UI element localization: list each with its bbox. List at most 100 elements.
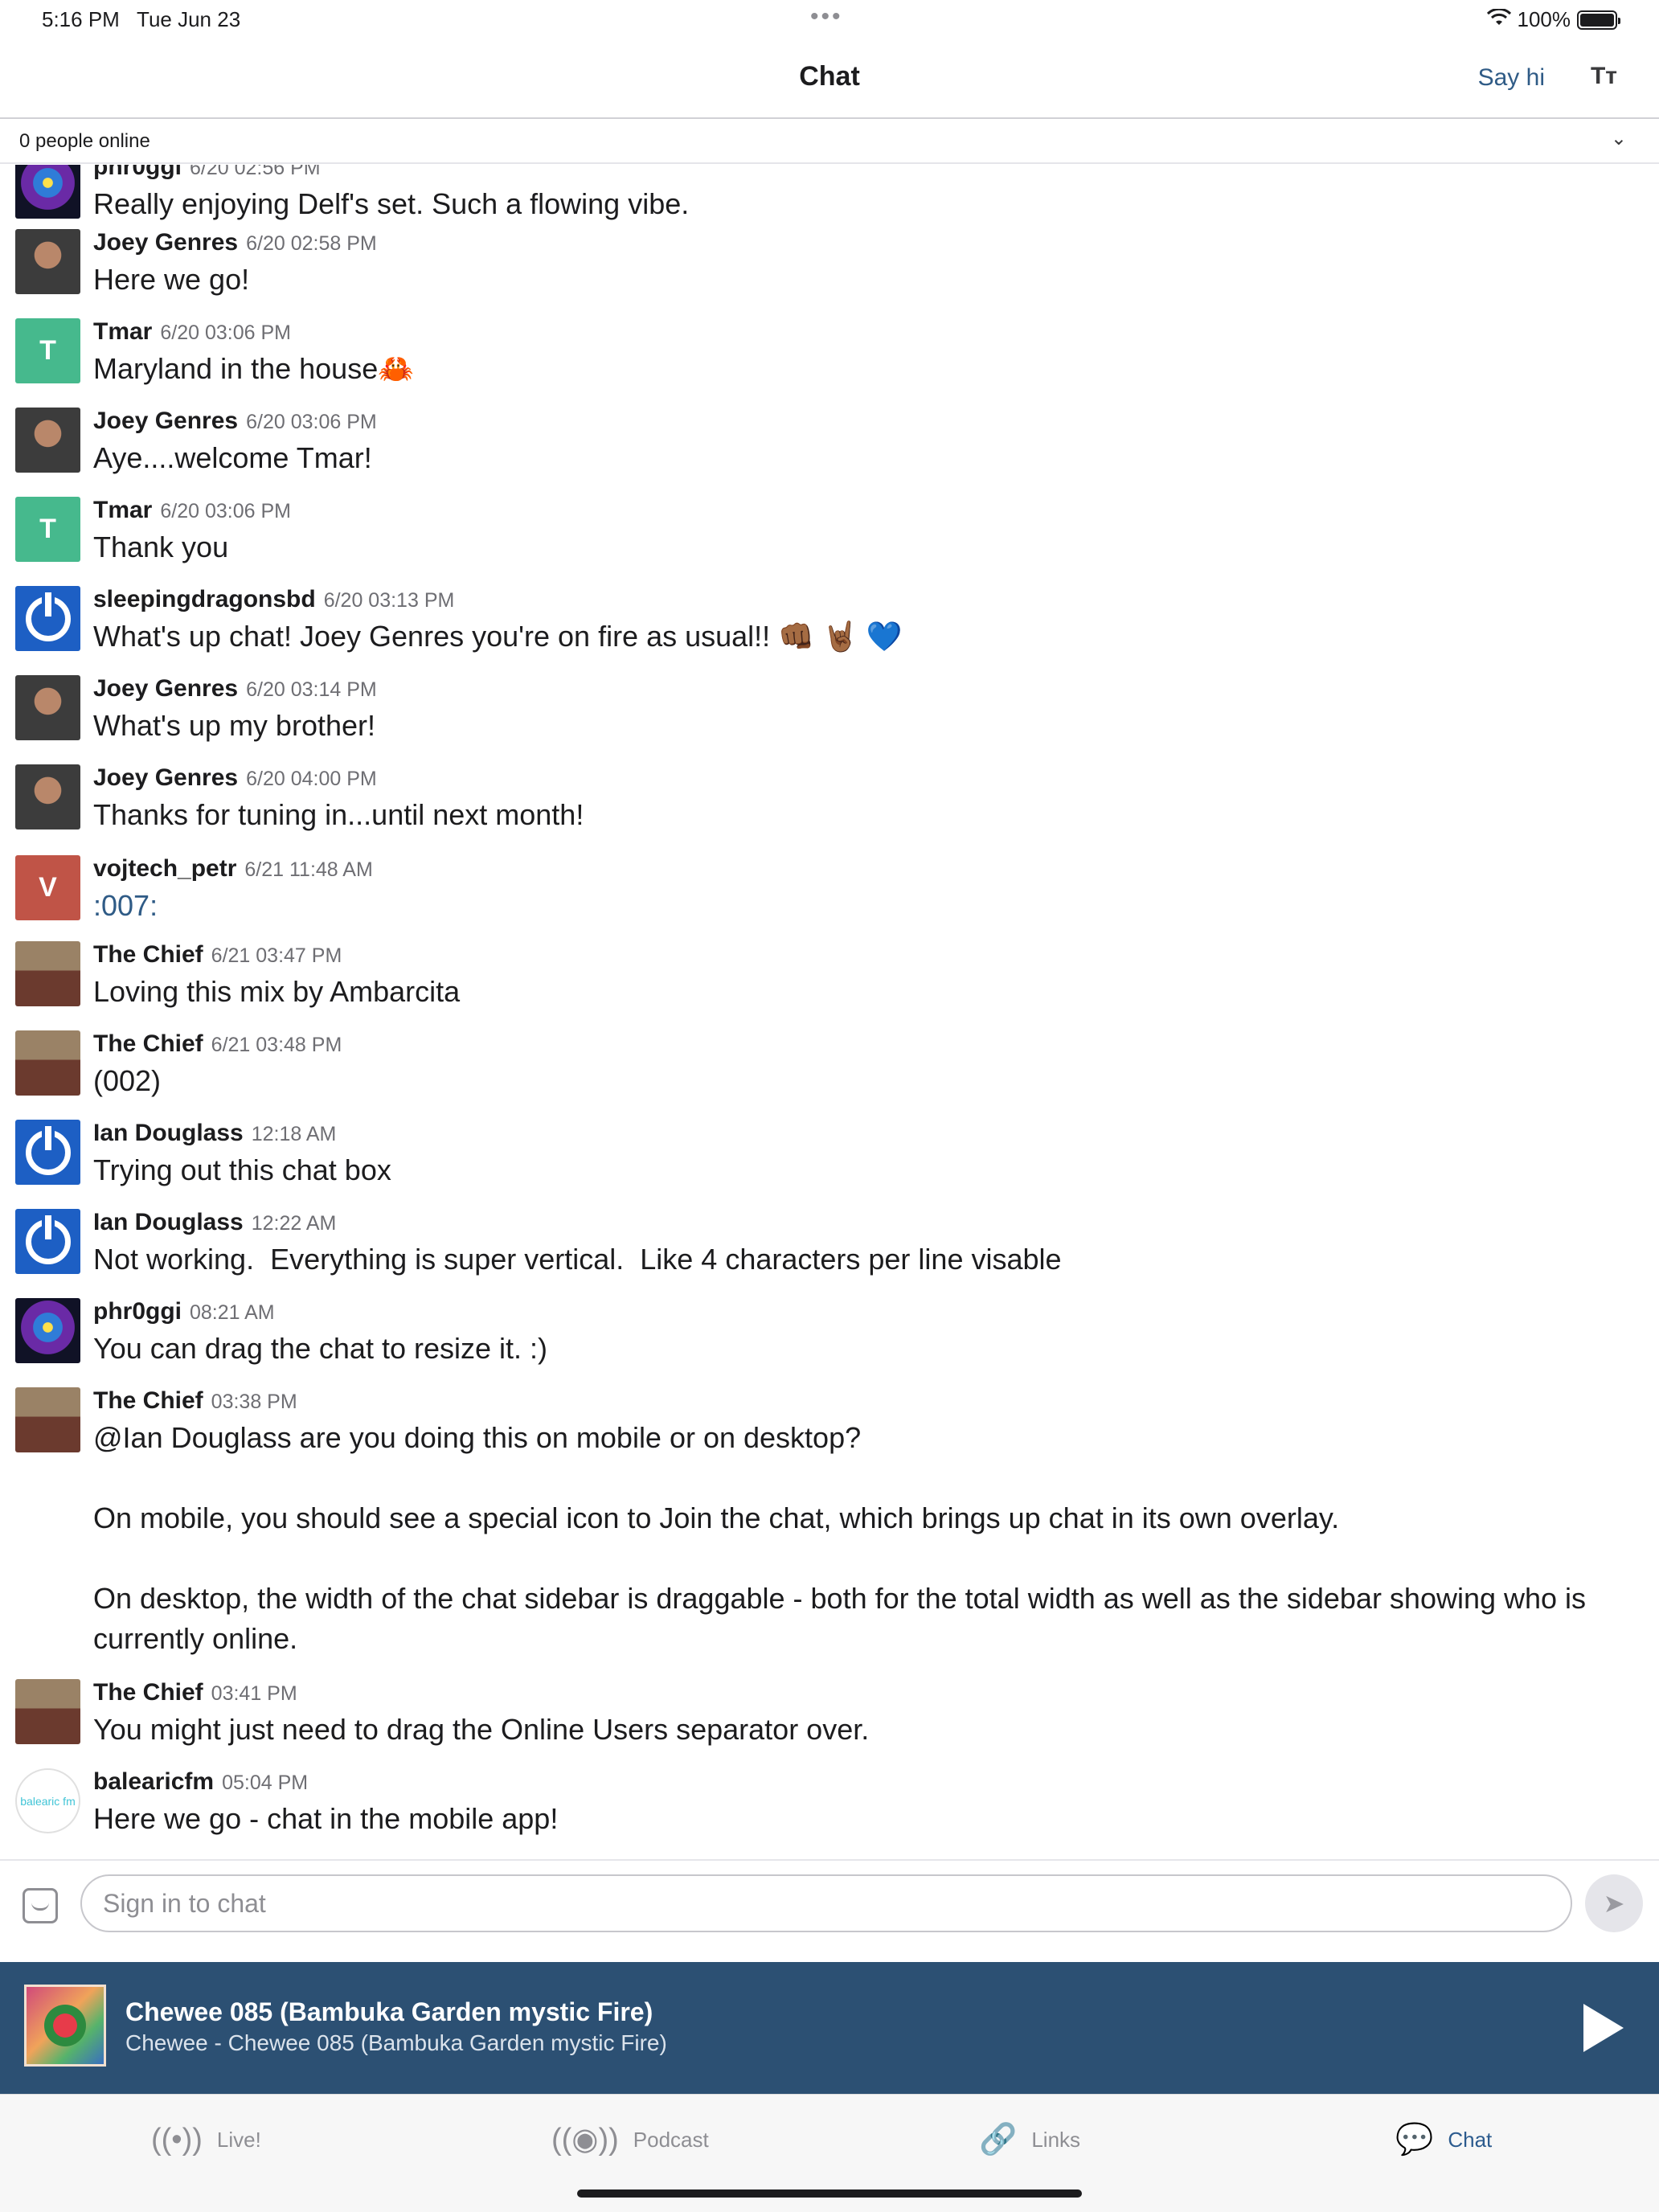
chat-bubble-icon: 💬 (1395, 2123, 1434, 2157)
message-author[interactable]: Joey Genres (93, 764, 238, 791)
message-author[interactable]: Ian Douglass (93, 1120, 244, 1146)
message-text: Maryland in the house🦀 (93, 352, 415, 385)
message-timestamp: 6/20 03:06 PM (160, 322, 291, 344)
sticker-icon[interactable] (23, 1888, 58, 1923)
message-author[interactable]: The Chief (93, 1030, 203, 1057)
power-icon[interactable] (15, 1120, 80, 1185)
message-timestamp: 05:04 PM (222, 1772, 309, 1794)
multitasking-dots-icon[interactable]: ••• (810, 3, 843, 31)
avatar[interactable] (15, 1298, 80, 1363)
avatar[interactable]: T (15, 497, 80, 562)
avatar[interactable] (15, 764, 80, 830)
online-users-bar[interactable]: 0 people online ⌄ (0, 121, 1659, 164)
avatar[interactable]: T (15, 318, 80, 383)
message-timestamp: 6/20 04:00 PM (246, 768, 377, 790)
message-author[interactable]: phr0ggi (93, 1298, 182, 1325)
broadcast-icon: ((•)) (151, 2123, 203, 2157)
message-author[interactable]: phr0ggi (93, 165, 182, 180)
message-text: Thank you (93, 530, 229, 563)
message-author[interactable]: The Chief (93, 941, 203, 968)
chat-input[interactable] (80, 1874, 1572, 1932)
page-title: Chat (799, 61, 860, 92)
avatar[interactable] (15, 941, 80, 1006)
chevron-down-icon[interactable]: ⌄ (1611, 127, 1627, 150)
avatar[interactable] (15, 165, 80, 219)
message-author[interactable]: Tmar (93, 497, 152, 523)
now-playing-bar[interactable]: Chewee 085 (Bambuka Garden mystic Fire) … (0, 1962, 1659, 2094)
home-indicator[interactable] (577, 2189, 1082, 2198)
tab-label: Live! (216, 2127, 261, 2152)
message-header: Ian Douglass 12:22 AM (93, 1209, 336, 1236)
avatar[interactable] (15, 229, 80, 294)
message-text: (002) (93, 1064, 162, 1097)
message-timestamp: 6/20 02:56 PM (190, 165, 321, 179)
message-timestamp: 6/20 03:13 PM (323, 589, 455, 612)
message-timestamp: 6/20 03:06 PM (246, 411, 377, 433)
album-art (24, 1985, 106, 2067)
message-text: Aye....welcome Tmar! (93, 441, 372, 474)
message-author[interactable]: vojtech_petr (93, 855, 236, 882)
avatar[interactable]: V (15, 855, 80, 920)
message-header: Joey Genres 6/20 04:00 PM (93, 764, 377, 792)
tab-live[interactable]: ((•)) Live! (151, 2122, 261, 2157)
message-timestamp: 12:22 AM (251, 1212, 337, 1235)
message-author[interactable]: Joey Genres (93, 408, 238, 434)
play-icon[interactable] (1583, 2004, 1624, 2052)
avatar[interactable] (15, 1679, 80, 1744)
message-header: Tmar 6/20 03:06 PM (93, 497, 291, 524)
message-text: Thanks for tuning in...until next month! (93, 798, 584, 831)
message-text: :007: (93, 889, 158, 922)
online-count: 0 people online (19, 130, 150, 152)
message-header: Joey Genres 6/20 03:14 PM (93, 675, 377, 703)
message-author[interactable]: Tmar (93, 318, 152, 345)
power-icon[interactable] (15, 1209, 80, 1274)
message-header: vojtech_petr 6/21 11:48 AM (93, 855, 373, 883)
message-timestamp: 12:18 AM (251, 1123, 337, 1145)
message-author[interactable]: Joey Genres (93, 675, 238, 702)
message-text: @Ian Douglass are you doing this on mobi… (93, 1421, 1587, 1655)
podcast-icon: ((◉)) (551, 2123, 619, 2157)
tab-chat[interactable]: 💬 Chat (1395, 2122, 1492, 2157)
track-subtitle: Chewee - Chewee 085 (Bambuka Garden myst… (125, 2030, 667, 2055)
message-text: Really enjoying Delf's set. Such a flowi… (93, 187, 690, 220)
message-header: The Chief 6/21 03:47 PM (93, 941, 342, 969)
send-button[interactable]: ➤ (1585, 1874, 1643, 1932)
message-text: You can drag the chat to resize it. :) (93, 1332, 547, 1365)
message-author[interactable]: Joey Genres (93, 229, 238, 256)
message-header: Joey Genres 6/20 03:06 PM (93, 408, 377, 435)
tab-podcast[interactable]: ((◉)) Podcast (551, 2122, 709, 2157)
message-header: phr0ggi 08:21 AM (93, 1298, 275, 1325)
link-icon: 🔗 (979, 2123, 1018, 2157)
power-icon[interactable] (15, 586, 80, 651)
nav-bar: Chat Say hi Tт (0, 37, 1659, 119)
message-author[interactable]: The Chief (93, 1387, 203, 1414)
tab-links[interactable]: 🔗 Links (979, 2122, 1080, 2157)
tab-label: Podcast (633, 2127, 709, 2152)
message-header: sleepingdragonsbd 6/20 03:13 PM (93, 586, 454, 613)
message-list[interactable]: phr0ggi 6/20 02:56 PM Really enjoying Delf… (0, 165, 1659, 1859)
avatar[interactable] (15, 675, 80, 740)
balearic-logo-icon[interactable]: balearic fm (15, 1768, 80, 1833)
message-text: Here we go - chat in the mobile app! (93, 1802, 559, 1835)
message-author[interactable]: sleepingdragonsbd (93, 586, 316, 612)
tab-label: Links (1031, 2127, 1081, 2152)
wifi-icon (1486, 7, 1511, 32)
message-header: balearicfm 05:04 PM (93, 1768, 308, 1796)
message-author[interactable]: The Chief (93, 1679, 203, 1706)
avatar[interactable] (15, 1030, 80, 1096)
message-timestamp: 6/21 03:47 PM (211, 944, 342, 967)
message-text: Here we go! (93, 263, 250, 296)
say-hi-button[interactable]: Say hi (1478, 64, 1545, 92)
tab-label: Chat (1448, 2127, 1493, 2152)
status-bar: 5:16 PM Tue Jun 23 ••• 100% (0, 0, 1659, 37)
message-timestamp: 6/21 11:48 AM (244, 858, 373, 881)
message-author[interactable]: balearicfm (93, 1768, 214, 1795)
message-text: Trying out this chat box (93, 1153, 391, 1186)
message-timestamp: 6/20 03:14 PM (246, 678, 377, 701)
message-author[interactable]: Ian Douglass (93, 1209, 244, 1235)
track-title: Chewee 085 (Bambuka Garden mystic Fire) (125, 1997, 653, 2026)
paper-plane-icon: ➤ (1603, 1889, 1625, 1918)
avatar[interactable] (15, 408, 80, 473)
avatar[interactable] (15, 1387, 80, 1452)
text-size-icon[interactable]: Tт (1591, 63, 1617, 90)
